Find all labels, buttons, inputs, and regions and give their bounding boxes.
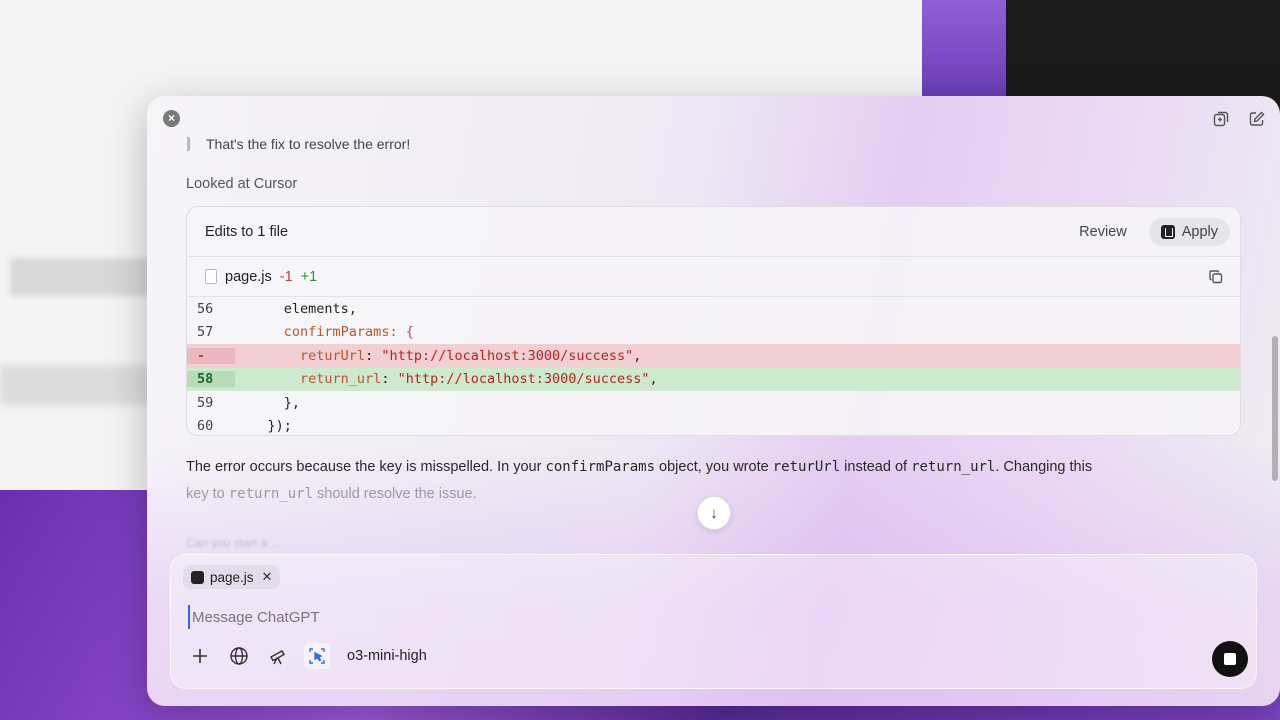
globe-icon[interactable] xyxy=(226,643,252,669)
arrow-down-icon[interactable]: ↓ xyxy=(697,496,731,530)
copy-icon[interactable] xyxy=(1208,269,1224,285)
apply-button[interactable]: Apply xyxy=(1148,217,1230,246)
scrollbar[interactable] xyxy=(1272,336,1278,481)
plus-icon[interactable] xyxy=(187,643,213,669)
line-number: 58 xyxy=(187,371,235,388)
file-row[interactable]: page.js -1 +1 xyxy=(187,257,1240,297)
composer-toolbar: o3-mini-high xyxy=(187,643,427,669)
message-input[interactable] xyxy=(188,605,988,629)
previous-message-text: That's the fix to resolve the error! xyxy=(206,136,411,152)
chatgpt-window: × That's the fix to resolve the error! L… xyxy=(147,96,1280,706)
code-line-added: 58 return_url: "http://localhost:3000/su… xyxy=(187,367,1240,391)
telescope-icon[interactable] xyxy=(265,643,291,669)
code-line: 59 }, xyxy=(187,391,1240,415)
removed-count: -1 xyxy=(279,268,293,285)
edits-header: Edits to 1 file Review Apply xyxy=(187,207,1240,257)
review-button[interactable]: Review xyxy=(1067,218,1139,246)
new-window-icon[interactable] xyxy=(1212,110,1230,128)
added-count: +1 xyxy=(300,268,318,285)
file-icon xyxy=(205,269,217,284)
code-text: returUrl: "http://localhost:3000/success… xyxy=(300,347,642,364)
line-number: 60 xyxy=(197,418,214,435)
code-text: }); xyxy=(267,418,292,435)
attachment-chip[interactable]: page.js ✕ xyxy=(183,565,281,589)
edits-actions: Review Apply xyxy=(1067,217,1230,246)
inline-code: confirmParams xyxy=(545,459,656,475)
model-selector[interactable]: o3-mini-high xyxy=(347,648,427,664)
inline-code: returUrl xyxy=(772,459,841,475)
line-number: 56 xyxy=(197,300,214,317)
looked-at-status[interactable]: Looked at Cursor xyxy=(186,176,297,192)
previous-message: That's the fix to resolve the error! xyxy=(187,136,410,152)
code-line: 60 }); xyxy=(187,415,1240,436)
code-line: 57 confirmParams: { xyxy=(187,321,1240,345)
background-blur-block xyxy=(10,258,150,296)
ghost-followup: Can you start a ... xyxy=(186,536,281,550)
edits-card: Edits to 1 file Review Apply page.js -1 … xyxy=(186,206,1241,436)
attachment-name: page.js xyxy=(210,569,254,585)
background-blur-block xyxy=(0,365,150,405)
compose-icon[interactable] xyxy=(1248,110,1266,128)
file-name: page.js xyxy=(225,268,272,285)
code-text: elements, xyxy=(283,300,357,317)
code-diff: 56 elements, 57 confirmParams: { - retur… xyxy=(187,297,1240,436)
quote-bar xyxy=(187,137,190,151)
cursor-select-icon[interactable] xyxy=(304,643,330,669)
message-composer: page.js ✕ o3-mini-high xyxy=(170,554,1257,689)
window-actions xyxy=(1212,110,1266,128)
cursor-app-icon xyxy=(191,570,204,584)
line-number: 57 xyxy=(197,324,214,341)
apply-label: Apply xyxy=(1181,223,1218,240)
cursor-app-icon xyxy=(1160,224,1175,239)
inline-code: return_url xyxy=(911,459,996,475)
background-dark-window xyxy=(1006,0,1280,100)
close-icon[interactable]: × xyxy=(163,110,180,127)
code-text: }, xyxy=(283,394,301,411)
code-line: 56 elements, xyxy=(187,297,1240,321)
background-wallpaper xyxy=(922,0,1006,100)
stop-icon[interactable] xyxy=(1212,641,1248,677)
line-number: 59 xyxy=(197,394,214,411)
edits-title: Edits to 1 file xyxy=(205,223,289,240)
inline-code: return_url xyxy=(228,486,314,502)
file-info: page.js -1 +1 xyxy=(205,269,317,285)
code-line-removed: - returUrl: "http://localhost:3000/succe… xyxy=(187,344,1240,368)
line-number: - xyxy=(187,347,235,364)
code-text: return_url: "http://localhost:3000/succe… xyxy=(300,371,658,388)
code-text: confirmParams: { xyxy=(283,324,414,341)
remove-attachment-icon[interactable]: ✕ xyxy=(262,569,273,585)
